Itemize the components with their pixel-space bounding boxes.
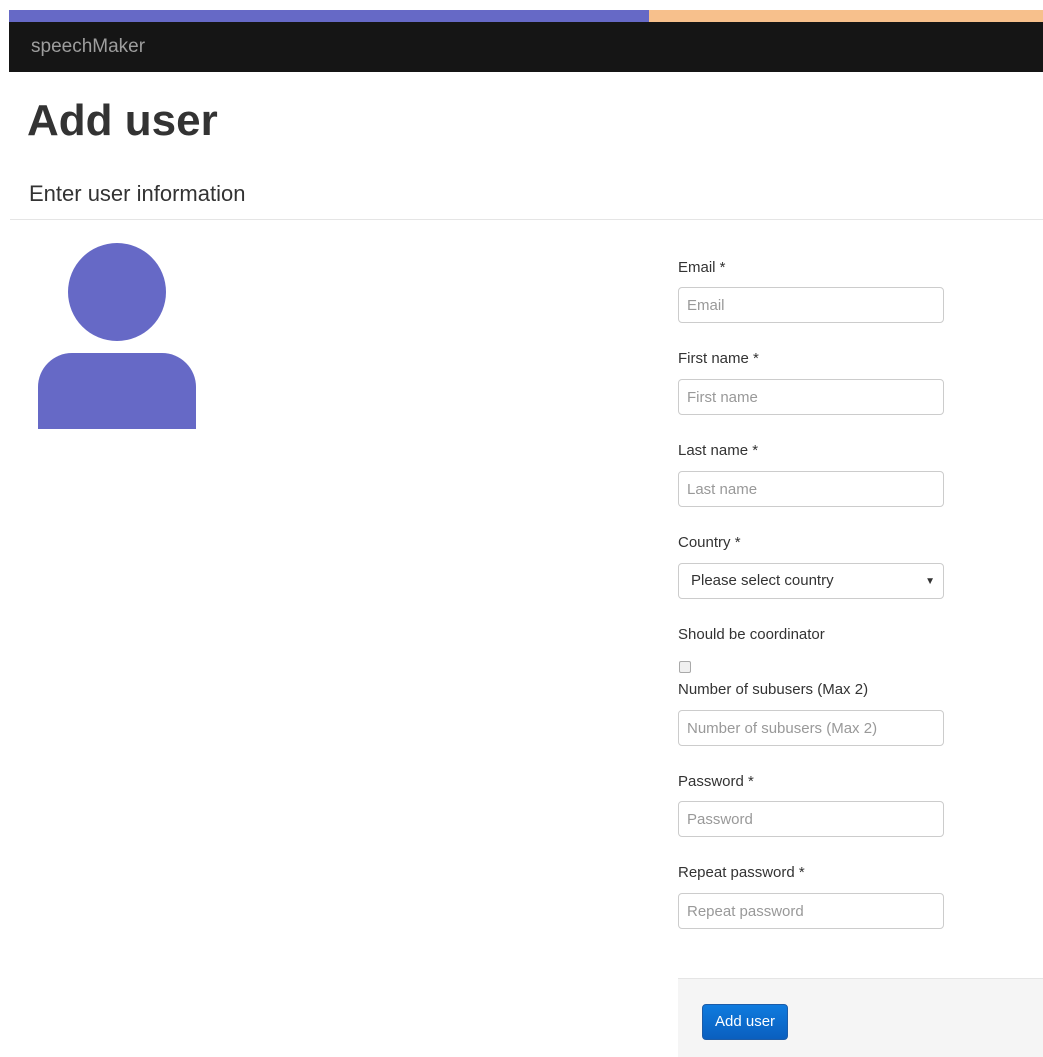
coordinator-checkbox[interactable] — [679, 661, 691, 673]
brand-link[interactable]: speechMaker — [31, 36, 145, 58]
coordinator-label: Should be coordinator — [678, 626, 825, 643]
page-title: Add user — [27, 96, 218, 145]
email-label: Email * — [678, 259, 726, 276]
avatar-body — [38, 353, 196, 429]
country-selected-value: Please select country — [691, 572, 834, 589]
subusers-label: Number of subusers (Max 2) — [678, 681, 869, 698]
repeat-password-field[interactable] — [678, 893, 944, 929]
form-footer: Add user — [678, 978, 1043, 1057]
last-name-field[interactable] — [678, 471, 944, 507]
first-name-label: First name * — [678, 350, 759, 367]
email-field[interactable] — [678, 287, 944, 323]
top-strip — [0, 0, 1043, 10]
last-name-label: Last name * — [678, 442, 759, 459]
page-subtitle: Enter user information — [29, 181, 246, 206]
accent-bar-left — [9, 10, 649, 22]
add-user-button[interactable]: Add user — [702, 1004, 789, 1040]
user-avatar-icon — [38, 243, 196, 429]
country-label: Country * — [678, 534, 741, 551]
caret-down-icon: ▼ — [925, 576, 935, 587]
password-field[interactable] — [678, 801, 944, 837]
password-label: Password * — [678, 773, 754, 790]
subusers-field[interactable] — [678, 710, 944, 746]
divider — [10, 219, 1043, 220]
first-name-field[interactable] — [678, 379, 944, 415]
repeat-password-label: Repeat password * — [678, 864, 805, 881]
navbar: speechMaker — [9, 22, 1043, 72]
avatar-head — [68, 243, 166, 341]
country-select[interactable]: Please select country ▼ — [678, 563, 944, 599]
accent-bar-right — [649, 10, 1043, 22]
